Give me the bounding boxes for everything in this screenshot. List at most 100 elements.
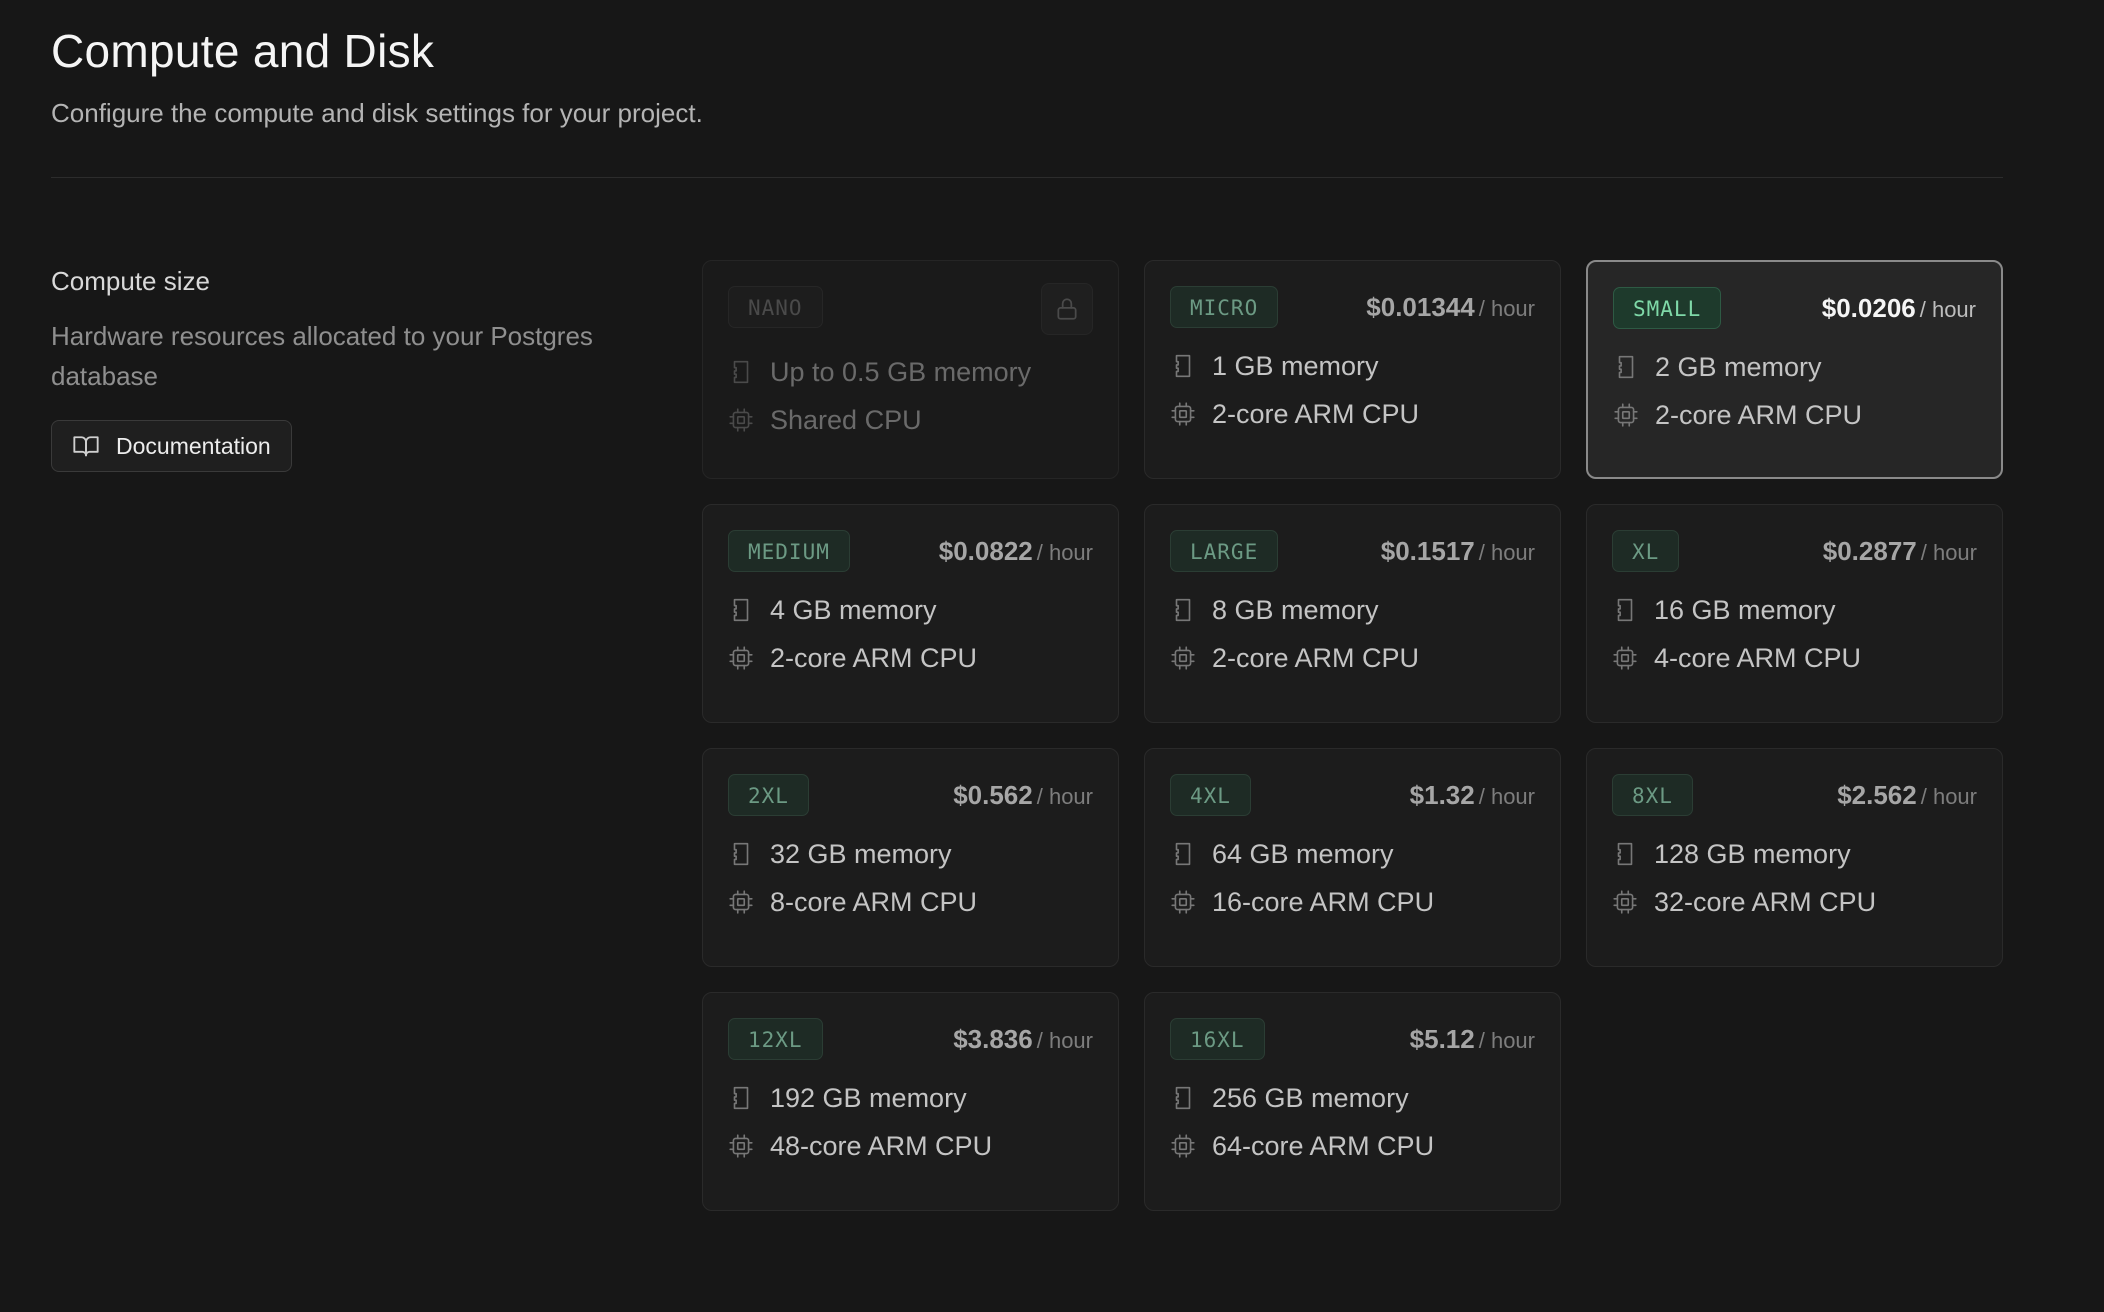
memory-stick-icon xyxy=(1613,354,1639,380)
card-header: MEDIUM $0.0822/ hour xyxy=(728,529,1093,573)
book-open-icon xyxy=(72,432,100,460)
compute-option-8xl[interactable]: 8XL $2.562/ hour 128 GB memory 32-core ARM … xyxy=(1586,748,2003,967)
cpu-label: Shared CPU xyxy=(770,405,922,435)
cpu-label: 2-core ARM CPU xyxy=(1212,643,1420,673)
cpu-label: 2-core ARM CPU xyxy=(1212,399,1420,429)
compute-option-4xl[interactable]: 4XL $1.32/ hour 64 GB memory 16-core ARM CP… xyxy=(1144,748,1561,967)
memory-stick-icon xyxy=(728,841,754,867)
memory-label: 128 GB memory xyxy=(1654,839,1851,869)
price-label: $0.01344/ hour xyxy=(1366,292,1535,323)
cpu-spec: Shared CPU xyxy=(728,403,1093,437)
price-amount: $0.01344 xyxy=(1366,291,1475,322)
compute-size-badge: LARGE xyxy=(1170,530,1279,572)
memory-stick-icon xyxy=(1170,353,1196,379)
section-description: Hardware resources allocated to your Pos… xyxy=(51,321,593,391)
card-header: SMALL $0.0206/ hour xyxy=(1613,286,1976,330)
compute-option-2xl[interactable]: 2XL $0.562/ hour 32 GB memory 8-core ARM CP… xyxy=(702,748,1119,967)
compute-size-badge: 4XL xyxy=(1170,774,1251,816)
cpu-spec: 16-core ARM CPU xyxy=(1170,885,1535,919)
compute-size-badge: MICRO xyxy=(1170,286,1279,328)
memory-label: Up to 0.5 GB memory xyxy=(770,357,1032,387)
compute-size-badge: XL xyxy=(1612,530,1680,572)
memory-label: 1 GB memory xyxy=(1212,351,1379,381)
compute-size-badge: 8XL xyxy=(1612,774,1693,816)
memory-label: 32 GB memory xyxy=(770,839,952,869)
memory-label: 16 GB memory xyxy=(1654,595,1836,625)
card-header: 12XL $3.836/ hour xyxy=(728,1017,1093,1061)
compute-option-large[interactable]: LARGE $0.1517/ hour 8 GB memory 2-core ARM … xyxy=(1144,504,1561,723)
cpu-label: 4-core ARM CPU xyxy=(1654,643,1862,673)
memory-stick-icon xyxy=(728,597,754,623)
cpu-chip-icon xyxy=(1613,402,1639,428)
memory-spec: 4 GB memory xyxy=(728,593,1093,627)
price-label: $0.1517/ hour xyxy=(1381,536,1535,567)
cpu-chip-icon xyxy=(1170,1133,1196,1159)
memory-spec: 16 GB memory xyxy=(1612,593,1977,627)
compute-size-badge: 2XL xyxy=(728,774,809,816)
memory-stick-icon xyxy=(728,1085,754,1111)
price-unit: / hour xyxy=(1036,1027,1093,1053)
memory-stick-icon xyxy=(1612,841,1638,867)
cpu-label: 2-core ARM CPU xyxy=(770,643,978,673)
price-label: $0.0206/ hour xyxy=(1822,293,1976,324)
compute-size-badge: 16XL xyxy=(1170,1018,1265,1060)
cpu-spec: 8-core ARM CPU xyxy=(728,885,1093,919)
price-label: $0.0822/ hour xyxy=(939,536,1093,567)
compute-size-badge: MEDIUM xyxy=(728,530,850,572)
compute-size-grid: NANO Up to 0.5 GB memory Shared CPU MICRO $0… xyxy=(702,260,2003,1211)
cpu-label: 16-core ARM CPU xyxy=(1212,887,1435,917)
page-subtitle: Configure the compute and disk settings … xyxy=(51,98,703,128)
price-amount: $0.0822 xyxy=(938,535,1033,566)
compute-size-badge: SMALL xyxy=(1613,287,1722,329)
cpu-spec: 4-core ARM CPU xyxy=(1612,641,1977,675)
cpu-chip-icon xyxy=(1612,645,1638,671)
price-label: $5.12/ hour xyxy=(1410,1024,1535,1055)
cpu-label: 64-core ARM CPU xyxy=(1212,1131,1435,1161)
cpu-spec: 32-core ARM CPU xyxy=(1612,885,1977,919)
memory-label: 256 GB memory xyxy=(1212,1083,1409,1113)
memory-stick-icon xyxy=(1612,597,1638,623)
compute-size-badge: 12XL xyxy=(728,1018,823,1060)
memory-spec: Up to 0.5 GB memory xyxy=(728,355,1093,389)
price-unit: / hour xyxy=(1919,296,1976,322)
price-label: $0.2877/ hour xyxy=(1823,536,1977,567)
memory-spec: 2 GB memory xyxy=(1613,350,1976,384)
compute-and-disk-page: Compute and Disk Configure the compute a… xyxy=(0,0,2104,1312)
card-header: XL $0.2877/ hour xyxy=(1612,529,1977,573)
lock-icon xyxy=(1041,283,1093,335)
cpu-chip-icon xyxy=(1170,401,1196,427)
compute-option-xl[interactable]: XL $0.2877/ hour 16 GB memory 4-core ARM CP… xyxy=(1586,504,2003,723)
memory-label: 2 GB memory xyxy=(1655,352,1822,382)
section-title: Compute size xyxy=(51,266,210,296)
cpu-label: 8-core ARM CPU xyxy=(770,887,978,917)
page-title: Compute and Disk xyxy=(51,25,435,77)
price-label: $2.562/ hour xyxy=(1837,780,1977,811)
card-header: 8XL $2.562/ hour xyxy=(1612,773,1977,817)
compute-size-badge: NANO xyxy=(728,286,823,328)
cpu-spec: 2-core ARM CPU xyxy=(1170,397,1535,431)
compute-option-medium[interactable]: MEDIUM $0.0822/ hour 4 GB memory 2-core ARM… xyxy=(702,504,1119,723)
memory-stick-icon xyxy=(1170,841,1196,867)
header-divider xyxy=(51,177,2003,178)
memory-stick-icon xyxy=(728,359,754,385)
cpu-chip-icon xyxy=(728,645,754,671)
memory-spec: 32 GB memory xyxy=(728,837,1093,871)
price-label: $3.836/ hour xyxy=(953,1024,1093,1055)
compute-option-nano[interactable]: NANO Up to 0.5 GB memory Shared CPU xyxy=(702,260,1119,479)
memory-spec: 64 GB memory xyxy=(1170,837,1535,871)
compute-option-12xl[interactable]: 12XL $3.836/ hour 192 GB memory 48-core ARM… xyxy=(702,992,1119,1211)
price-unit: / hour xyxy=(1478,295,1535,321)
card-header: NANO xyxy=(728,283,1093,335)
cpu-chip-icon xyxy=(728,407,754,433)
documentation-button[interactable]: Documentation xyxy=(51,420,292,472)
compute-option-16xl[interactable]: 16XL $5.12/ hour 256 GB memory 64-core ARM … xyxy=(1144,992,1561,1211)
cpu-spec: 2-core ARM CPU xyxy=(1170,641,1535,675)
card-header: 2XL $0.562/ hour xyxy=(728,773,1093,817)
price-amount: $5.12 xyxy=(1409,1023,1475,1054)
compute-option-small[interactable]: SMALL $0.0206/ hour 2 GB memory 2-core ARM … xyxy=(1586,260,2003,479)
page-header: Compute and Disk Configure the compute a… xyxy=(51,20,2003,130)
cpu-label: 48-core ARM CPU xyxy=(770,1131,993,1161)
compute-option-micro[interactable]: MICRO $0.01344/ hour 1 GB memory 2-core ARM… xyxy=(1144,260,1561,479)
price-unit: / hour xyxy=(1920,539,1977,565)
price-unit: / hour xyxy=(1036,539,1093,565)
